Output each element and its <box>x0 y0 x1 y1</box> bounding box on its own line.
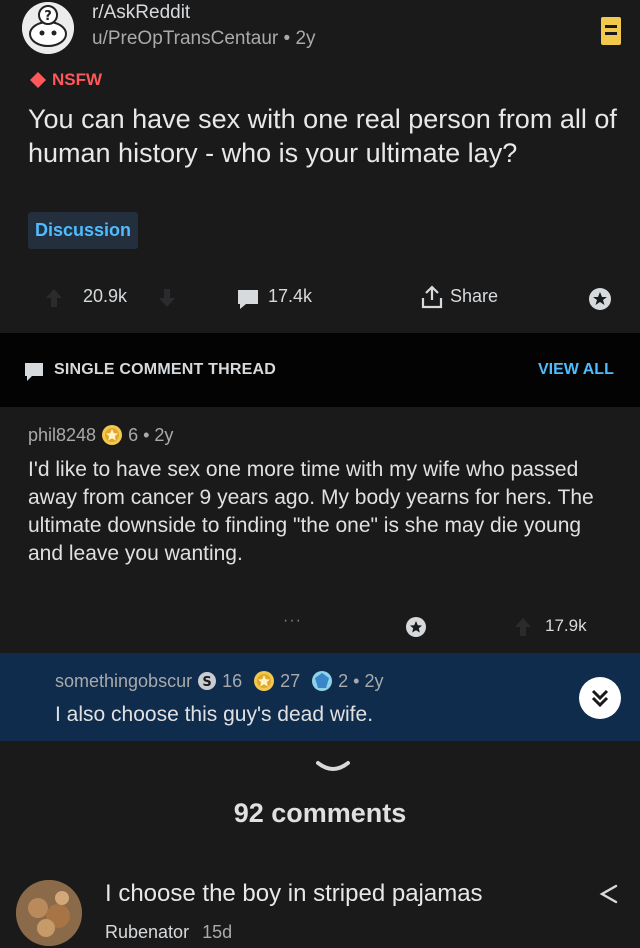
preview-meta: Rubenator 15d <box>105 922 232 943</box>
comment-author[interactable]: phil8248 <box>28 425 96 446</box>
post-time: 2y <box>295 28 316 49</box>
comment-meta: phil8248 6 • 2y <box>28 424 173 446</box>
meta-separator: • <box>353 670 360 691</box>
share-button[interactable]: Share <box>450 286 498 307</box>
comment-more-options[interactable]: ··· <box>283 612 302 630</box>
platinum-award-icon <box>311 670 333 692</box>
thread-comment-icon <box>24 362 44 387</box>
preview-avatar[interactable] <box>16 880 82 946</box>
silver-award-icon: S <box>197 671 217 691</box>
expand-chevron-icon[interactable] <box>316 760 350 781</box>
svg-text:S: S <box>202 675 211 690</box>
comment-body: I'd like to have sex one more time with … <box>28 458 594 565</box>
reply-author[interactable]: somethingobscur <box>55 671 192 692</box>
collapse-thread-button[interactable] <box>579 677 621 719</box>
upvote-icon[interactable] <box>43 287 65 314</box>
comment-award-icon[interactable] <box>405 616 427 643</box>
nsfw-label: NSFW <box>52 70 103 89</box>
comment-icon[interactable] <box>236 288 260 315</box>
subreddit-avatar[interactable]: ? <box>22 2 74 54</box>
snoo-question-icon: ? <box>22 2 74 54</box>
preview-time: 15d <box>202 922 233 942</box>
gold-count: 27 <box>280 670 301 691</box>
nsfw-tag: NSFW <box>30 70 102 90</box>
reply-time: 2y <box>364 670 384 691</box>
platinum-count: 2 <box>338 670 349 691</box>
comment-time: 2y <box>154 424 174 445</box>
preview-comment-text[interactable]: I choose the boy in striped pajamas <box>105 880 483 908</box>
share-icon[interactable] <box>420 284 444 315</box>
comment-vote-count: 17.9k <box>545 616 587 635</box>
comment-award-count: 6 <box>128 424 139 445</box>
double-chevron-down-icon <box>591 689 609 708</box>
reply-body: I also choose this guy's dead wife. <box>55 703 374 726</box>
preview-share-icon[interactable] <box>596 882 620 911</box>
give-award-icon[interactable] <box>588 287 612 316</box>
meta-separator: • <box>283 28 291 49</box>
nsfw-icon <box>30 72 46 88</box>
save-icon[interactable] <box>600 16 622 46</box>
post-flair[interactable]: Discussion <box>28 212 139 249</box>
thread-label: SINGLE COMMENT THREAD <box>54 361 276 378</box>
comment-upvote-icon[interactable] <box>512 616 534 643</box>
post-title: You can have sex with one real person fr… <box>28 104 617 168</box>
view-all-button[interactable]: VIEW ALL <box>538 361 614 379</box>
preview-user[interactable]: Rubenator <box>105 922 189 942</box>
downvote-icon[interactable] <box>156 287 178 314</box>
post-comment-count[interactable]: 17.4k <box>268 286 312 307</box>
more-comments-button[interactable]: 92 comments <box>0 798 640 829</box>
highlighted-reply <box>0 653 640 741</box>
gold-award-icon <box>101 424 123 446</box>
post-meta: u/PreOpTransCentaur • 2y <box>92 28 316 50</box>
meta-separator: • <box>143 424 150 445</box>
svg-text:?: ? <box>44 9 52 24</box>
post-vote-count: 20.9k <box>83 286 128 306</box>
post-author[interactable]: u/PreOpTransCentaur <box>92 28 278 49</box>
reply-meta: somethingobscur S 16 27 2 • 2y <box>55 670 383 692</box>
silver-count: 16 <box>222 670 243 691</box>
gold-award-icon <box>253 670 275 692</box>
subreddit-name[interactable]: r/AskReddit <box>92 2 190 24</box>
